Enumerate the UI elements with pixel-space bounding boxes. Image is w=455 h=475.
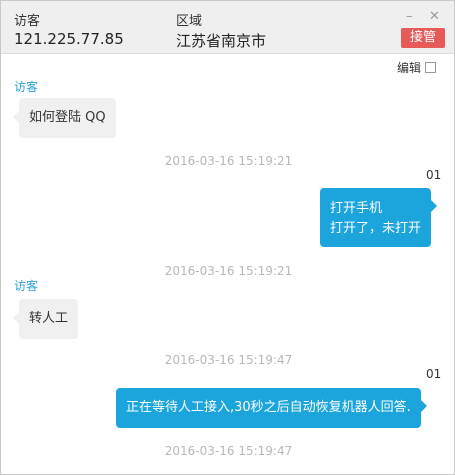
message-timestamp: 2016-03-16 15:19:21 [164,154,293,168]
takeover-button[interactable]: 接管 [401,28,445,48]
message-sender: 访客 [14,279,39,293]
message-timestamp: 2016-03-16 15:19:21 [164,264,293,278]
region-value: 江苏省南京市 [176,32,267,50]
minimize-icon[interactable]: – [406,9,413,25]
visitor-ip: 121.225.77.85 [14,30,124,48]
chat-window: 访客 121.225.77.85 区域 江苏省南京市 – ✕ 接管 编辑 访客 … [0,0,455,475]
visitor-message-bubble: 如何登陆 QQ [13,98,116,138]
message-sender: 01 [426,367,442,381]
message-timestamp: 2016-03-16 15:19:47 [164,444,293,458]
message-line: 打开手机 [330,201,383,216]
message-sender: 访客 [14,80,39,94]
edit-icon [425,62,437,73]
close-icon[interactable]: ✕ [429,9,440,25]
agent-message-bubble: 正在等待人工接入,30秒之后自动恢复机器人回答. [116,388,427,428]
message-sender: 01 [426,168,442,182]
message-timestamp: 2016-03-16 15:19:47 [164,353,293,367]
visitor-info-header: 访客 121.225.77.85 区域 江苏省南京市 – ✕ 接管 [1,1,454,54]
message-line: 打开了，未打开 [330,221,422,236]
visitor-message-bubble: 转人工 [12,299,79,339]
edit-button[interactable]: 编辑 [397,59,437,76]
edit-label: 编辑 [397,61,422,75]
agent-message-bubble: 打开手机 打开了，未打开 [320,188,438,247]
region-label: 区域 [176,14,203,29]
visitor-label: 访客 [14,14,41,29]
